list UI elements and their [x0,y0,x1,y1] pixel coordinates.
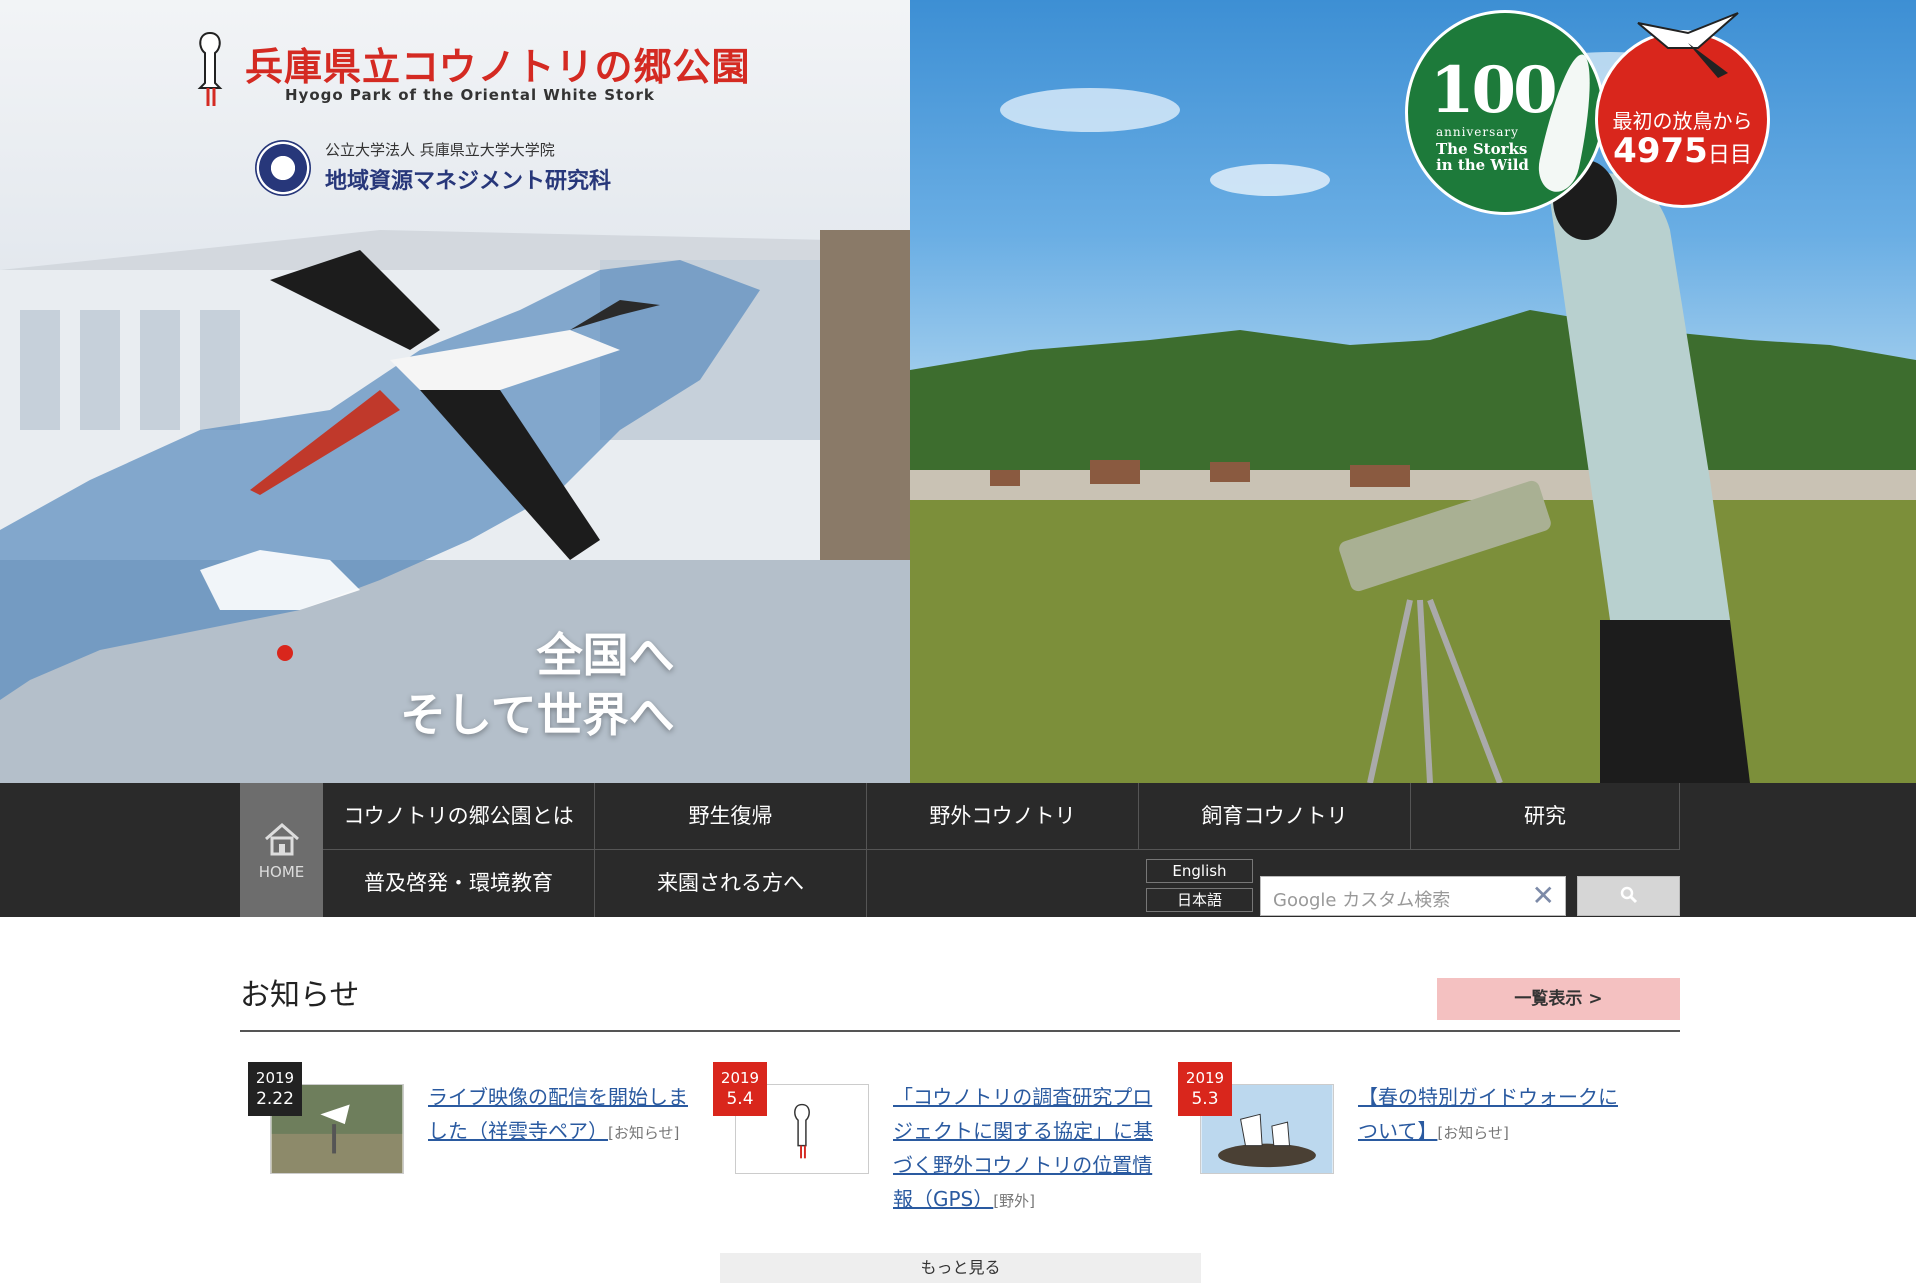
university-logo[interactable]: 公立大学法人 兵庫県立大学大学院 地域資源マネジメント研究科 [255,135,675,196]
news-text: 【春の特別ガイドウォークについて】[お知らせ] [1358,1080,1618,1150]
anniversary-line-2: in the Wild [1436,156,1529,174]
stork-flying-illustration [250,250,660,560]
slogan-line-2: そして世界へ [400,688,675,742]
release-days: 4975 [1613,131,1708,171]
nav-item-education[interactable]: 普及啓発・環境教育 [323,850,595,917]
logo-title: 兵庫県立コウノトリの郷公園 [245,45,751,89]
news-date: 2.22 [256,1089,294,1109]
stork-icon [1637,12,1739,78]
news-date-badge: 2019 5.3 [1178,1062,1232,1116]
stork-logo-icon [197,31,223,106]
news-item[interactable]: 2019 2.22 ライブ映像の配信を開始しました（祥雲寺ペア）[お知らせ] [240,1062,688,1232]
nav-item-research[interactable]: 研究 [1411,783,1680,850]
search-button[interactable] [1577,876,1680,916]
anniversary-caption: The Storks in the Wild [1436,141,1529,173]
google-brand: Google [1273,890,1337,911]
home-label: HOME [258,863,305,881]
search-placeholder: Google カスタム検索 [1273,886,1450,912]
news-text: ライブ映像の配信を開始しました（祥雲寺ペア）[お知らせ] [428,1080,688,1150]
anniversary-number: 100 [1430,53,1558,128]
hero-left-panel: 兵庫県立コウノトリの郷公園 Hyogo Park of the Oriental… [0,0,910,783]
release-unit: 日目 [1707,143,1752,168]
logo-subtitle: Hyogo Park of the Oriental White Stork [285,86,655,104]
news-category: [お知らせ] [608,1124,680,1142]
release-label: 最初の放鳥から [1612,109,1753,133]
nav-item-captive-storks[interactable]: 飼育コウノトリ [1139,783,1411,850]
home-button[interactable]: HOME [240,783,323,917]
news-divider [240,1030,1680,1032]
lang-english-button[interactable]: English [1146,859,1253,883]
news-date: 5.4 [726,1089,754,1109]
search-icon [1620,886,1638,904]
more-button[interactable]: もっと見る [720,1253,1201,1283]
news-item[interactable]: 2019 5.4 「コウノトリの調査研究プロジェクトに関する協定」に基づく野外コ… [705,1062,1153,1232]
anniversary-line-1: The Storks [1436,140,1528,158]
slogan-line-1: 全国へ [536,628,675,682]
release-counter-badge: 最初の放鳥から 4975日目 [1595,12,1770,208]
nav-item-visitors[interactable]: 来園される方へ [595,850,867,917]
lang-japanese-button[interactable]: 日本語 [1146,888,1253,912]
clear-icon[interactable]: ✕ [1532,879,1555,912]
university-name: 公立大学法人 兵庫県立大学大学院 [325,141,555,159]
nav-item-reintroduction[interactable]: 野生復帰 [595,783,867,850]
home-icon [265,823,299,856]
main-navigation: HOME コウノトリの郷公園とは 野生復帰 野外コウノトリ 飼育コウノトリ 研究… [0,783,1916,917]
slogan: 全国へ そして世界へ [400,625,675,745]
search-placeholder-text: カスタム検索 [1342,890,1451,911]
anniversary-word: anniversary [1436,125,1519,139]
release-days-line: 4975日目 [1598,131,1767,171]
news-year: 2019 [255,1069,295,1087]
news-date: 5.3 [1191,1089,1219,1109]
university-seal-icon [255,140,311,196]
nav-container: HOME コウノトリの郷公園とは 野生復帰 野外コウノトリ 飼育コウノトリ 研究… [240,783,1680,917]
news-category: [お知らせ] [1437,1124,1509,1142]
news-heading: お知らせ [240,978,360,1013]
anniversary-badge[interactable]: 100 anniversary The Storks in the Wild [1405,10,1605,215]
news-category: [野外] [993,1192,1035,1210]
park-logo[interactable]: 兵庫県立コウノトリの郷公園 Hyogo Park of the Oriental… [190,28,749,118]
news-date-badge: 2019 2.22 [248,1062,302,1116]
hero-banner: 兵庫県立コウノトリの郷公園 Hyogo Park of the Oriental… [0,0,1916,783]
nav-item-about[interactable]: コウノトリの郷公園とは [323,783,595,850]
search-input[interactable]: Google カスタム検索 ✕ [1260,876,1566,916]
nav-item-wild-storks[interactable]: 野外コウノトリ [867,783,1139,850]
news-year: 2019 [1185,1069,1225,1087]
graduate-school-name: 地域資源マネジメント研究科 [325,169,612,194]
news-text: 「コウノトリの調査研究プロジェクトに関する協定」に基づく野外コウノトリの位置情報… [893,1080,1153,1218]
news-item[interactable]: 2019 5.3 【春の特別ガイドウォークについて】[お知らせ] [1170,1062,1618,1232]
news-list-button[interactable]: 一覧表示 > [1437,978,1680,1020]
news-date-badge: 2019 5.4 [713,1062,767,1116]
news-year: 2019 [720,1069,760,1087]
